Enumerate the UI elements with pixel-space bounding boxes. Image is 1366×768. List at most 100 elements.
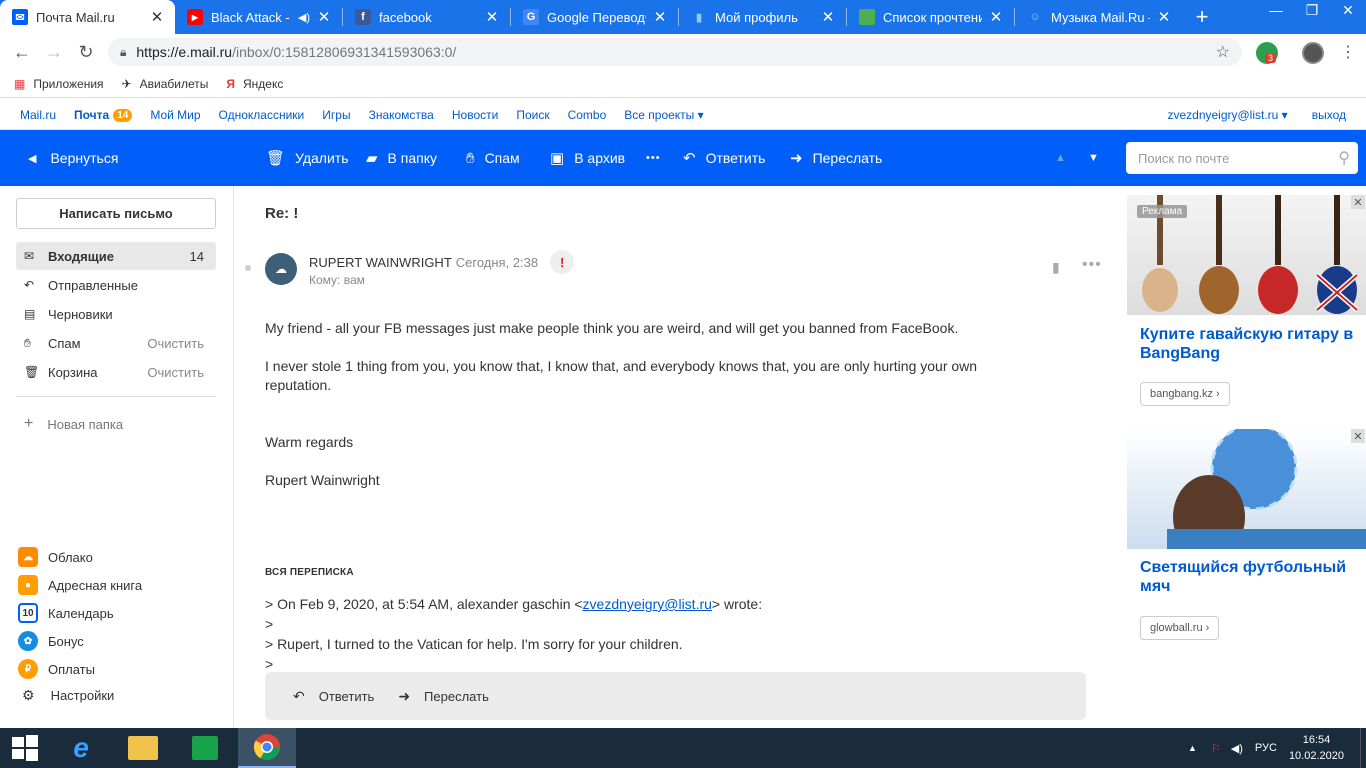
ad-image-ukuleles[interactable]: Реклама	[1127, 195, 1366, 315]
ad-link[interactable]: bangbang.kz ›	[1140, 382, 1230, 406]
close-icon[interactable]: ✕	[820, 8, 836, 26]
show-desktop-button[interactable]	[1360, 728, 1366, 768]
clear-trash-link[interactable]: Очистить	[147, 365, 204, 380]
reply-button[interactable]: ↶ Ответить	[683, 130, 765, 186]
quote-email-link[interactable]: zvezdnyeigry@list.ru	[583, 596, 712, 612]
logout-link[interactable]: выход	[1312, 108, 1346, 122]
portal-link-search[interactable]: Поиск	[516, 108, 549, 122]
new-tab-button[interactable]: +	[1182, 0, 1222, 34]
tray-arrow-icon[interactable]: ▲	[1188, 743, 1197, 753]
back-button[interactable]: ◀ Вернуться	[28, 130, 118, 186]
tab-reading-list[interactable]: Список прочтений ✕	[847, 0, 1014, 34]
unread-dot[interactable]	[245, 265, 251, 271]
search-icon[interactable]: ⚲	[1338, 148, 1350, 168]
portal-link-dating[interactable]: Знакомства	[369, 108, 434, 122]
bookmark-yandex[interactable]: Я Яндекс	[226, 77, 283, 91]
close-icon[interactable]: ✕	[484, 8, 500, 26]
forward-arrow-icon[interactable]: →	[38, 42, 70, 63]
ad-title[interactable]: Светящийся футбольный мяч	[1140, 558, 1355, 596]
portal-link-games[interactable]: Игры	[322, 108, 350, 122]
tab-youtube[interactable]: ▶ Black Attack - ◀) ✕	[175, 0, 342, 34]
move-to-folder-button[interactable]: ▰ В папку	[366, 130, 437, 186]
archive-button[interactable]: ▣ В архив	[550, 130, 625, 186]
portal-link-mailru[interactable]: Mail.ru	[20, 108, 56, 122]
folder-trash[interactable]: 🗑︎ Корзина Очистить	[16, 358, 216, 386]
service-settings[interactable]: ⚙ Настройки	[22, 687, 114, 704]
quote-header: > On Feb 9, 2020, at 5:54 AM, alexander …	[265, 596, 762, 612]
clock[interactable]: 16:54 10.02.2020	[1289, 732, 1344, 764]
forward-button[interactable]: ➜ Переслать	[790, 130, 882, 186]
reload-icon[interactable]: ↻	[70, 42, 102, 63]
service-bonus[interactable]: ✿ Бонус	[18, 631, 84, 651]
close-icon[interactable]: ✕	[652, 8, 668, 26]
url-field[interactable]: 🔒︎ https://e.mail.ru/inbox/0:15812806931…	[108, 38, 1242, 66]
quick-forward-button[interactable]: ➜ Переслать	[398, 688, 489, 705]
tab-mail[interactable]: ✉ Почта Mail.ru ✕	[0, 0, 175, 34]
maximize-button[interactable]: ❐	[1294, 0, 1330, 34]
close-icon[interactable]: ✕	[1156, 8, 1172, 26]
spam-button[interactable]: ✋︎ Спам	[466, 130, 520, 186]
folder-spam[interactable]: ✋︎ Спам Очистить	[16, 329, 216, 357]
ad-close-icon[interactable]: ✕	[1351, 195, 1365, 209]
folder-sent[interactable]: ↶ Отправленные	[16, 271, 216, 299]
chrome-taskbar-button[interactable]	[238, 728, 296, 768]
ad-link[interactable]: glowball.ru ›	[1140, 616, 1220, 640]
service-payments[interactable]: ₽ Оплаты	[18, 659, 95, 679]
sender-name[interactable]: RUPERT WAINWRIGHT	[309, 255, 452, 270]
next-message-icon[interactable]: ▼	[1088, 130, 1099, 186]
ie-icon[interactable]: e	[56, 728, 106, 768]
close-icon[interactable]: ✕	[149, 8, 165, 26]
close-icon[interactable]: ✕	[316, 8, 332, 26]
prev-message-icon[interactable]: ▲	[1055, 130, 1066, 186]
mail-search-input[interactable]: Поиск по почте ⚲	[1126, 142, 1358, 174]
tab-facebook[interactable]: f facebook ✕	[343, 0, 510, 34]
ad-title[interactable]: Купите гавайскую гитару в BangBang	[1140, 325, 1355, 363]
sender-avatar[interactable]: ☁	[265, 253, 297, 285]
close-icon[interactable]: ✕	[988, 8, 1004, 26]
service-address-book[interactable]: ● Адресная книга	[18, 575, 142, 595]
windows-taskbar: e ▲ ⚐ ◀) РУС 16:54 10.02.2020	[0, 728, 1366, 768]
close-window-button[interactable]: ✕	[1330, 0, 1366, 34]
tab-profile[interactable]: ▮ Мой профиль ✕	[679, 0, 846, 34]
quick-reply-button[interactable]: ↶ Ответить	[293, 688, 374, 705]
shield-extension-icon[interactable]: 3	[1256, 42, 1278, 64]
service-calendar[interactable]: 10 Календарь	[18, 603, 114, 623]
important-icon[interactable]: !	[550, 250, 575, 274]
new-folder-button[interactable]: + Новая папка	[24, 415, 123, 433]
back-arrow-icon[interactable]: ←	[6, 42, 38, 63]
ad-image-football[interactable]	[1127, 429, 1366, 549]
bookmark-icon[interactable]: ▮	[1052, 259, 1060, 276]
ad-close-icon[interactable]: ✕	[1351, 429, 1365, 443]
service-cloud[interactable]: ☁ Облако	[18, 547, 93, 567]
store-icon[interactable]	[180, 728, 230, 768]
compose-button[interactable]: Написать письмо	[16, 198, 216, 229]
portal-link-ok[interactable]: Одноклассники	[219, 108, 305, 122]
network-icon[interactable]: ⚐	[1211, 742, 1221, 755]
bookmark-apps[interactable]: ▦ Приложения	[14, 77, 104, 91]
minimize-button[interactable]: —	[1258, 0, 1294, 34]
volume-icon[interactable]: ◀)	[1231, 742, 1243, 755]
delete-button[interactable]: 🗑︎ Удалить	[266, 130, 349, 186]
bookmarks-bar: ▦ Приложения ✈ Авиабилеты Я Яндекс	[0, 70, 1366, 98]
portal-link-combo[interactable]: Combo	[568, 108, 607, 122]
portal-link-news[interactable]: Новости	[452, 108, 498, 122]
tab-google-translate[interactable]: G Google Переводчи ✕	[511, 0, 678, 34]
clear-spam-link[interactable]: Очистить	[147, 336, 204, 351]
portal-link-all-projects[interactable]: Все проекты ▾	[624, 108, 703, 122]
menu-dots-icon[interactable]: ⋮	[1340, 42, 1356, 62]
tab-music[interactable]: ☺ Музыка Mail.Ru – ✕	[1015, 0, 1182, 34]
star-icon[interactable]: ☆	[1216, 42, 1230, 62]
start-button[interactable]	[0, 728, 50, 768]
bookmark-flights[interactable]: ✈ Авиабилеты	[122, 77, 209, 91]
more-actions-button[interactable]: •••	[646, 130, 661, 186]
folder-inbox[interactable]: ✉ Входящие 14	[16, 242, 216, 270]
explorer-icon[interactable]	[118, 728, 168, 768]
more-icon[interactable]: •••	[1082, 256, 1102, 274]
user-menu[interactable]: zvezdnyeigry@list.ru ▾	[1167, 108, 1287, 122]
folder-drafts[interactable]: ▤ Черновики	[16, 300, 216, 328]
portal-link-myworld[interactable]: Мой Мир	[150, 108, 200, 122]
portal-link-mail[interactable]: Почта 14	[74, 108, 133, 122]
avatar[interactable]	[1302, 42, 1324, 64]
language-indicator[interactable]: РУС	[1255, 742, 1277, 754]
speaker-icon[interactable]: ◀)	[298, 11, 310, 24]
